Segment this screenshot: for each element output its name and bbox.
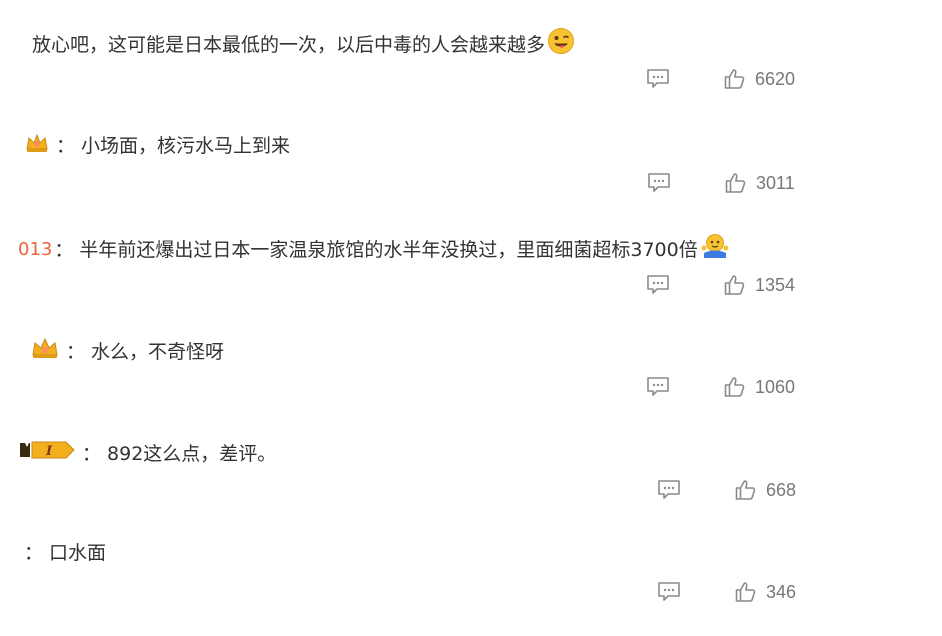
comment-bubble-icon	[647, 275, 669, 294]
comment-actions: 1060	[646, 374, 795, 400]
reply-button[interactable]	[646, 376, 670, 398]
comment-separator: ：	[24, 542, 44, 564]
like-button[interactable]: 1354	[723, 273, 795, 297]
comment-text: 口水面	[49, 542, 107, 564]
level-1-badge-icon: I	[18, 438, 76, 469]
comment-text: 水么，不奇怪呀	[91, 340, 225, 363]
reply-button[interactable]	[657, 581, 681, 603]
tongue-out-face-icon	[547, 27, 575, 62]
comment-bubble-icon	[658, 582, 680, 601]
like-button[interactable]: 3011	[724, 171, 795, 195]
comment-text-row: 放心吧，这可能是日本最低的一次，以后中毒的人会越来越多	[32, 27, 575, 62]
thumbs-up-icon	[735, 480, 756, 500]
comment-actions: 668	[657, 477, 796, 503]
comment-separator: ：	[82, 442, 102, 465]
comment-separator: ：	[56, 134, 76, 157]
comment-bubble-icon	[658, 480, 680, 499]
like-button[interactable]: 346	[734, 580, 796, 604]
comment-text: 892这么点，差评。	[107, 442, 277, 465]
thumbs-up-icon	[724, 275, 745, 295]
comment-bubble-icon	[647, 69, 669, 88]
comment-text-row: ： 水么，不奇怪呀	[30, 335, 224, 368]
reply-button[interactable]	[646, 68, 670, 90]
reply-button[interactable]	[647, 172, 671, 194]
crown-badge-icon	[24, 130, 50, 161]
reply-button[interactable]	[657, 479, 681, 501]
like-button[interactable]: 668	[734, 478, 796, 502]
shrug-face-icon	[700, 232, 730, 267]
like-count: 668	[766, 479, 797, 500]
comment-text-row: ： 小场面，核污水马上到来	[24, 130, 290, 161]
thumbs-up-icon	[735, 582, 756, 602]
reply-button[interactable]	[646, 274, 670, 296]
crown-badge-icon	[30, 335, 60, 368]
comment-text: 小场面，核污水马上到来	[81, 134, 291, 157]
like-count: 1060	[755, 376, 796, 397]
comment-text-row: 013 ： 半年前还爆出过日本一家温泉旅馆的水半年没换过，里面细菌超标3700倍	[18, 232, 730, 267]
comment-bubble-icon	[648, 173, 670, 192]
user-name[interactable]: 013	[18, 237, 52, 263]
comment-text: 放心吧，这可能是日本最低的一次，以后中毒的人会越来越多	[32, 33, 546, 56]
like-count: 346	[766, 581, 797, 602]
like-count: 1354	[755, 274, 796, 295]
comment-bubble-icon	[647, 377, 669, 396]
thumbs-up-icon	[724, 377, 745, 397]
comment-separator: ：	[54, 238, 74, 261]
comment-actions: 346	[657, 579, 796, 605]
like-count: 3011	[756, 172, 795, 193]
comment-text-row: I ： 892这么点，差评。	[18, 438, 276, 469]
comment-actions: 1354	[646, 272, 795, 298]
comment-text-row: ： 口水面	[22, 540, 106, 566]
comment-text: 半年前还爆出过日本一家温泉旅馆的水半年没换过，里面细菌超标3700倍	[79, 238, 698, 261]
thumbs-up-icon	[725, 173, 746, 193]
thumbs-up-icon	[724, 69, 745, 89]
like-button[interactable]: 6620	[723, 67, 795, 91]
comment-actions: 3011	[647, 170, 795, 196]
comment-separator: ：	[66, 340, 86, 363]
badge-level-text: I	[45, 444, 53, 459]
like-count: 6620	[755, 68, 796, 89]
comment-actions: 6620	[646, 66, 795, 92]
like-button[interactable]: 1060	[723, 375, 795, 399]
